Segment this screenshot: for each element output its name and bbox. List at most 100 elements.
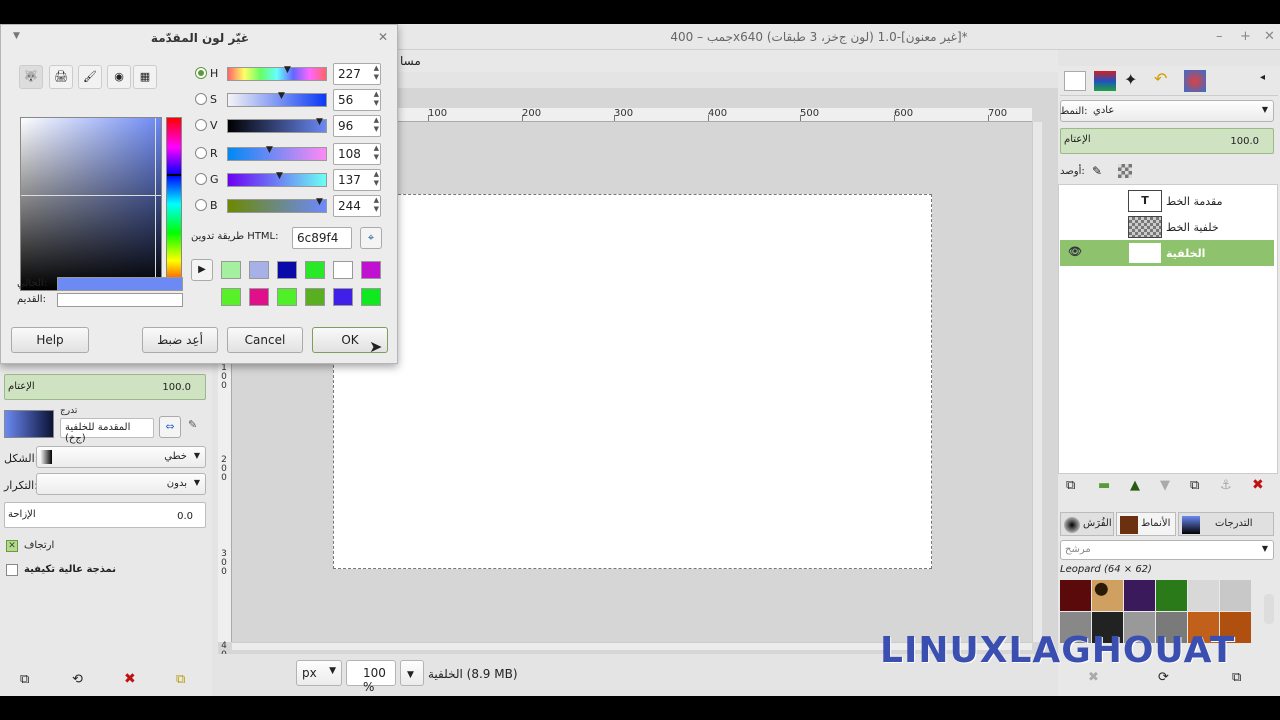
tool-options-tab-icon[interactable] [1064,71,1086,91]
pattern-swatch[interactable] [1156,580,1187,611]
delete-pattern-icon[interactable]: ✖ [1088,670,1099,685]
history-swatch[interactable] [305,261,325,279]
reset-button[interactable]: أعِد ضبط [142,327,218,353]
channel-s-slider[interactable]: ▼ [227,91,327,107]
history-swatch[interactable] [277,261,297,279]
gradient-preview[interactable] [4,410,54,438]
close-icon[interactable]: ✕ [1264,29,1275,44]
opacity-slider[interactable]: الإعتام 100.0 [4,374,206,400]
history-swatch[interactable] [221,261,241,279]
html-notation-input[interactable]: 6c89f4 [292,227,352,249]
channel-v-slider[interactable]: ▼ [227,117,327,133]
cmyk-selector-icon[interactable]: 🖨 [49,65,73,89]
new-layer-icon[interactable]: ⧉ [1066,478,1075,493]
zoom-input[interactable]: 100 % [346,660,396,694]
paths-tab-icon[interactable]: ✦ [1124,70,1137,89]
channel-v-spin[interactable]: 96 ▲ ▼ [333,115,381,137]
pattern-swatch[interactable] [1060,580,1091,611]
pattern-swatch[interactable] [1220,580,1251,611]
undo-tab-icon[interactable]: ↶ [1154,69,1167,88]
restore-options-icon[interactable]: ⟲ [72,672,83,687]
channel-b-slider[interactable]: ▼ [227,197,327,213]
patterns-scrollbar[interactable] [1264,594,1274,624]
tab-menu-icon[interactable]: ◂ [1260,72,1265,83]
channel-r-radio[interactable] [195,147,207,159]
history-swatch[interactable] [361,288,381,306]
refresh-icon[interactable]: ⟳ [1158,670,1169,685]
anchor-layer-icon[interactable]: ⚓ [1220,478,1232,493]
zoom-dropdown[interactable]: ▼ [400,660,424,686]
patterns-filter[interactable]: مرشح ▼ [1060,540,1274,560]
channel-g-radio[interactable] [195,173,207,185]
offset-field[interactable]: الإزاحة 0.0 [4,502,206,528]
channel-r-slider[interactable]: ▼ [227,145,327,161]
saturation-value-square[interactable] [20,117,162,291]
channel-g-spin[interactable]: 137 ▲ ▼ [333,169,381,191]
history-swatch[interactable] [333,288,353,306]
history-swatch[interactable] [249,288,269,306]
adaptive-checkbox[interactable] [6,564,18,576]
channel-h-spin[interactable]: 227 ▲ ▼ [333,63,381,85]
color-picker-icon[interactable]: ⌖ [360,227,382,249]
channels-tab-icon[interactable] [1184,70,1206,92]
wheel-selector-icon[interactable]: ◉ [107,65,131,89]
channel-b-spin[interactable]: 244 ▲ ▼ [333,195,381,217]
channel-g-slider[interactable]: ▼ [227,171,327,187]
lower-layer-icon[interactable]: ▼ [1160,478,1170,493]
minimize-icon[interactable]: – [1216,29,1223,44]
edit-icon[interactable]: ✎ [188,418,197,431]
channel-r-spin[interactable]: 108 ▲ ▼ [333,143,381,165]
history-swatch[interactable] [305,288,325,306]
raise-layer-icon[interactable]: ▲ [1130,478,1140,493]
reverse-icon[interactable]: ⇔ [159,416,181,438]
tab-gradients[interactable]: التدرجات [1178,512,1274,536]
channel-h-radio[interactable] [195,67,207,79]
delete-layer-icon[interactable]: ✖ [1252,477,1264,493]
lock-pixels-icon[interactable]: ✎ [1092,164,1102,178]
pattern-swatch[interactable] [1092,580,1123,611]
menu-item-partial[interactable]: مسا [400,54,421,68]
eye-icon[interactable]: 👁 [1068,245,1082,258]
tab-brushes[interactable]: الفُرَش [1060,512,1114,536]
channel-s-spin[interactable]: 56 ▲ ▼ [333,89,381,111]
repeat-select[interactable]: بدون ▼ [36,473,206,495]
channel-v-radio[interactable] [195,119,207,131]
maximize-icon[interactable]: + [1240,29,1251,44]
old-color-swatch[interactable] [57,293,183,307]
palette-selector-icon[interactable]: ▦ [133,65,157,89]
history-swatch[interactable] [361,261,381,279]
gradient-name-field[interactable]: المقدمة للخلفية (ج‌خ) [60,418,154,444]
channel-s-radio[interactable] [195,93,207,105]
delete-icon[interactable]: ✖ [124,671,136,687]
history-swatch[interactable] [221,288,241,306]
duplicate-layer-icon[interactable]: ⧉ [1190,478,1199,493]
unit-select[interactable]: px ▼ [296,660,342,686]
add-to-history-icon[interactable]: ▶ [191,259,213,281]
vertical-scrollbar[interactable] [1032,122,1042,642]
channel-b-radio[interactable] [195,199,207,211]
layers-tab-icon[interactable] [1094,71,1116,91]
dialog-close-icon[interactable]: ✕ [378,30,388,44]
tab-patterns[interactable]: الأنماط [1116,512,1176,536]
layer-opacity-slider[interactable]: الإعتام 100.0 [1060,128,1274,154]
watercolor-selector-icon[interactable]: 🖌 [78,65,102,89]
save-options-icon[interactable]: ⧉ [20,672,29,687]
layer-row[interactable]: مقدمة الخط [1060,188,1274,214]
reset-icon[interactable]: ⧉ [176,672,185,687]
lock-alpha-icon[interactable] [1118,164,1132,178]
history-swatch[interactable] [249,261,269,279]
cancel-button[interactable]: Cancel [227,327,303,353]
menu-icon[interactable]: ▼ [13,31,20,41]
layer-row[interactable]: خلفية الخط [1060,214,1274,240]
hue-strip[interactable] [166,117,182,291]
channel-h-slider[interactable]: ▼ [227,65,327,81]
new-group-icon[interactable]: ▬ [1098,478,1110,493]
dither-checkbox[interactable]: ✕ [6,540,18,552]
pattern-swatch[interactable] [1188,580,1219,611]
pattern-swatch[interactable] [1124,580,1155,611]
open-as-image-icon[interactable]: ⧉ [1232,670,1241,685]
gimp-selector-icon[interactable]: 🐺 [19,65,43,89]
layer-row-selected[interactable]: 👁 الخلفية [1060,240,1274,266]
image-canvas[interactable] [333,194,932,569]
history-swatch[interactable] [333,261,353,279]
